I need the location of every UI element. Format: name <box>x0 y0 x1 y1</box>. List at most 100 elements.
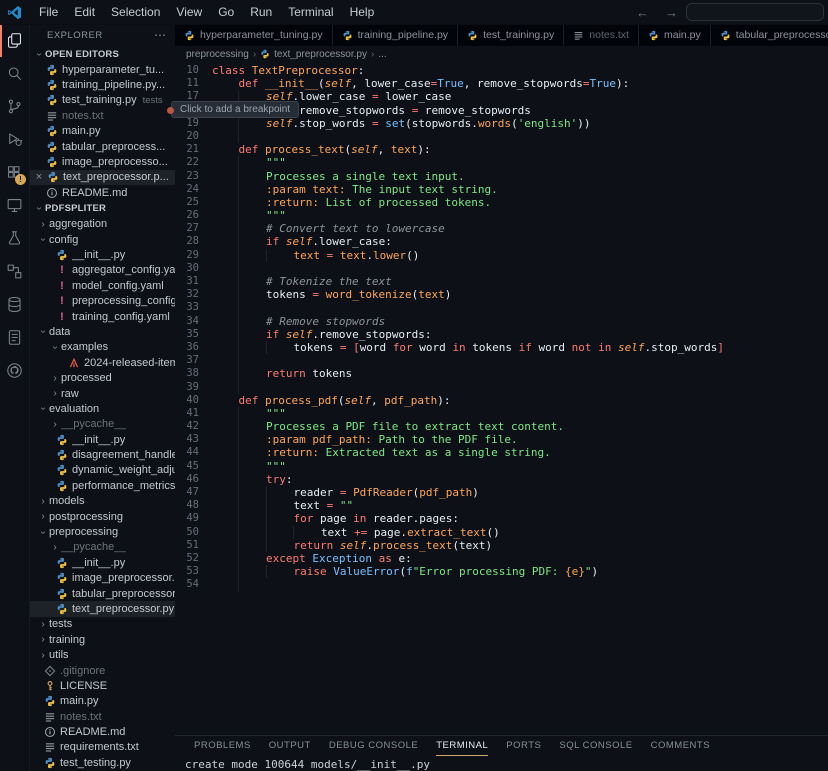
open-editor-item[interactable]: notes.txt <box>29 108 175 123</box>
line-number[interactable]: 53 <box>175 565 199 578</box>
line-number[interactable]: 39 <box>175 381 199 394</box>
code-line[interactable]: 54 <box>175 578 828 591</box>
line-number[interactable]: 44 <box>175 446 199 459</box>
code-line[interactable]: 49for page in reader.pages: <box>175 512 828 525</box>
open-editor-item[interactable]: README.md <box>29 185 175 200</box>
open-editor-item[interactable]: training_pipeline.py... <box>29 77 175 92</box>
open-editor-item[interactable]: tabular_preprocess... <box>29 139 175 154</box>
tree-folder-__pycache__[interactable]: ›__pycache__ <box>29 417 175 432</box>
line-number[interactable]: 45 <box>175 460 199 473</box>
explorer-icon[interactable] <box>0 24 29 57</box>
tree-file-.gitignore[interactable]: .gitignore <box>29 663 175 678</box>
tree-file-preprocessing_config.y...[interactable]: !preprocessing_config.y... <box>29 293 175 308</box>
tree-folder-__pycache__[interactable]: ›__pycache__ <box>29 540 175 555</box>
line-number[interactable]: 42 <box>175 420 199 433</box>
open-editor-item[interactable]: hyperparameter_tu... <box>29 62 175 77</box>
tab-training_pipeline.py[interactable]: training_pipeline.py <box>333 24 458 46</box>
line-number[interactable]: 51 <box>175 539 199 552</box>
search-icon[interactable] <box>0 57 29 90</box>
tree-file-aggregator_config.yaml[interactable]: !aggregator_config.yaml <box>29 263 175 278</box>
code-editor[interactable]: 10class TextPreprocessor:11def __init__(… <box>175 62 828 592</box>
code-line[interactable]: 36tokens = [word for word in tokens if w… <box>175 341 828 354</box>
code-line[interactable]: 47reader = PdfReader(pdf_path) <box>175 486 828 499</box>
line-number[interactable]: 33 <box>175 301 199 314</box>
code-line[interactable]: 10class TextPreprocessor: <box>175 64 828 77</box>
tree-file-model_config.yaml[interactable]: !model_config.yaml <box>29 278 175 293</box>
database-icon[interactable] <box>0 288 29 321</box>
line-number[interactable]: 21 <box>175 143 199 156</box>
code-line[interactable]: 26""" <box>175 209 828 222</box>
line-number[interactable]: 35 <box>175 328 199 341</box>
panel-tab-terminal[interactable]: TERMINAL <box>436 737 488 756</box>
tree-file-main.py[interactable]: main.py <box>29 694 175 709</box>
tree-folder-utils[interactable]: ›utils <box>29 647 175 662</box>
tree-file-tabular_preprocessor.py[interactable]: tabular_preprocessor.py <box>29 586 175 601</box>
references-icon[interactable] <box>0 255 29 288</box>
breadcrumb-item[interactable]: ... <box>378 49 386 60</box>
code-line[interactable]: 46try: <box>175 473 828 486</box>
tree-file-__init__.py[interactable]: __init__.py <box>29 555 175 570</box>
code-line[interactable]: 45""" <box>175 460 828 473</box>
line-number[interactable]: 43 <box>175 433 199 446</box>
panel-tab-comments[interactable]: COMMENTS <box>651 737 710 756</box>
run-and-debug-icon[interactable] <box>0 123 29 156</box>
line-number[interactable]: 46 <box>175 473 199 486</box>
tree-file-text_preprocessor.py[interactable]: text_preprocessor.py <box>29 601 175 616</box>
source-control-icon[interactable] <box>0 90 29 123</box>
remote-explorer-icon[interactable] <box>0 189 29 222</box>
line-number[interactable]: 23 <box>175 170 199 183</box>
code-line[interactable]: 38return tokens <box>175 367 828 380</box>
tree-file-disagreement_handler.py[interactable]: disagreement_handler.py <box>29 447 175 462</box>
line-number[interactable]: 41 <box>175 407 199 420</box>
tree-folder-postprocessing[interactable]: ›postprocessing <box>29 509 175 524</box>
code-line[interactable]: 32tokens = word_tokenize(text) <box>175 288 828 301</box>
panel-tab-ports[interactable]: PORTS <box>506 737 541 756</box>
tree-folder-tests[interactable]: ›tests <box>29 617 175 632</box>
code-line[interactable]: 43:param pdf_path: Path to the PDF file. <box>175 433 828 446</box>
code-line[interactable]: 53raise ValueError(f"Error processing PD… <box>175 565 828 578</box>
code-line[interactable]: 21def process_text(self, text): <box>175 143 828 156</box>
line-number[interactable]: 27 <box>175 222 199 235</box>
code-line[interactable]: 23Processes a single text input. <box>175 170 828 183</box>
menu-help[interactable]: Help <box>342 0 383 24</box>
panel-tab-problems[interactable]: PROBLEMS <box>194 737 251 756</box>
line-number[interactable]: 37 <box>175 354 199 367</box>
code-line[interactable]: 30 <box>175 262 828 275</box>
code-line[interactable]: 35if self.remove_stopwords: <box>175 328 828 341</box>
line-number[interactable]: 20 <box>175 130 199 143</box>
extensions-icon[interactable]: ! <box>0 156 29 189</box>
code-line[interactable]: 19self.stop_words = set(stopwords.words(… <box>175 117 828 130</box>
testing-icon[interactable] <box>0 222 29 255</box>
code-line[interactable]: 51return self.process_text(text) <box>175 539 828 552</box>
code-line[interactable]: 22""" <box>175 156 828 169</box>
line-number[interactable]: 38 <box>175 367 199 380</box>
tab-notes.txt[interactable]: notes.txt <box>564 24 639 46</box>
panel-tab-debug-console[interactable]: DEBUG CONSOLE <box>329 737 418 756</box>
code-line[interactable]: 29text = text.lower() <box>175 249 828 262</box>
tree-folder-aggregation[interactable]: ›aggregation <box>29 217 175 232</box>
tab-tabular_preprocessor.py[interactable]: tabular_preprocessor.py <box>711 24 828 46</box>
tree-file-requirements.txt[interactable]: requirements.txt <box>29 740 175 755</box>
tree-folder-config[interactable]: ›config <box>29 232 175 247</box>
line-number[interactable]: 40 <box>175 394 199 407</box>
code-line[interactable]: 11def __init__(self, lower_case=True, re… <box>175 77 828 90</box>
menu-go[interactable]: Go <box>210 0 242 24</box>
open-editor-item[interactable]: test_training.pytests <box>29 93 175 108</box>
line-number[interactable]: 52 <box>175 552 199 565</box>
code-line[interactable]: 48text = "" <box>175 499 828 512</box>
line-number[interactable]: 36 <box>175 341 199 354</box>
line-number[interactable]: 11 <box>175 77 199 90</box>
panel-tab-output[interactable]: OUTPUT <box>269 737 311 756</box>
line-number[interactable]: 47 <box>175 486 199 499</box>
tree-folder-models[interactable]: ›models <box>29 494 175 509</box>
navigate-back-icon[interactable]: ← <box>628 5 657 20</box>
open-editor-item[interactable]: image_preprocesso... <box>29 154 175 169</box>
line-number[interactable]: 29 <box>175 249 199 262</box>
code-line[interactable]: 24:param text: The input text string. <box>175 183 828 196</box>
menu-run[interactable]: Run <box>242 0 280 24</box>
line-number[interactable]: 49 <box>175 512 199 525</box>
code-line[interactable]: 20 <box>175 130 828 143</box>
tree-file-README.md[interactable]: README.md <box>29 724 175 739</box>
tab-hyperparameter_tuning.py[interactable]: hyperparameter_tuning.py <box>175 24 333 46</box>
line-number[interactable]: 50 <box>175 526 199 539</box>
